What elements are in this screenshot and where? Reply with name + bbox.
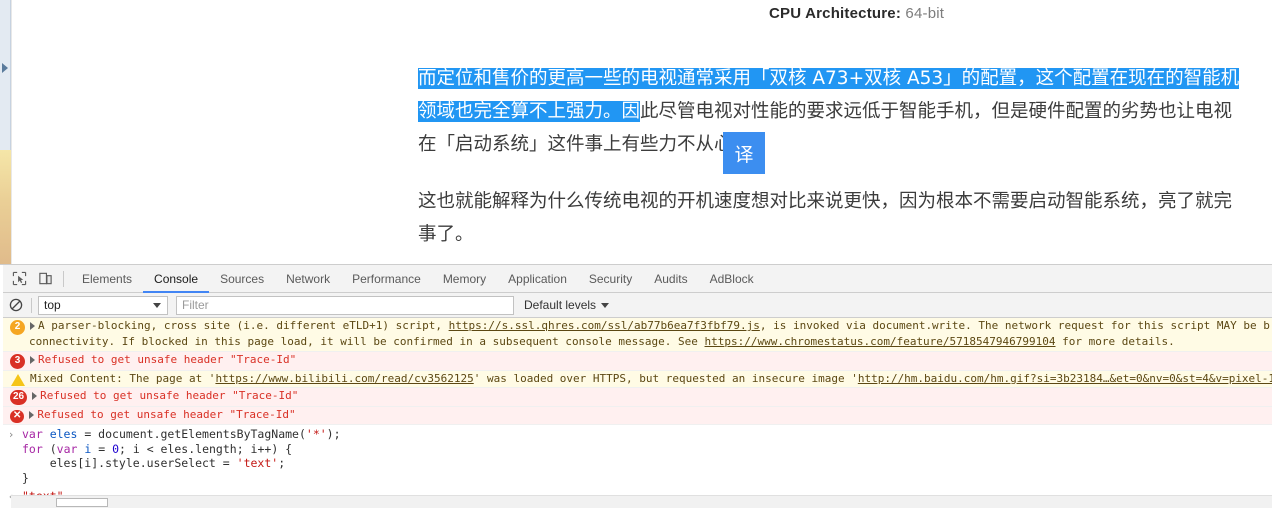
article-paragraph-2: 这也就能解释为什么传统电视的开机速度想对比来说更快，因为根本不需要启动智能系统，…: [418, 191, 1233, 245]
chevron-down-icon: [153, 302, 161, 308]
message-text: Refused to get unsafe header "Trace-Id": [40, 389, 299, 402]
message-text-line2-b: for more details.: [1055, 335, 1175, 348]
code-token-var: var: [22, 427, 43, 441]
console-message-warning[interactable]: 2 A parser-blocking, cross site (i.e. di…: [0, 318, 1272, 352]
screen-root: CPU Architecture: 64-bit 而定位和售价的更高一些的电视通…: [0, 0, 1272, 508]
expand-arrow-icon[interactable]: [2, 63, 8, 73]
execution-context-value: top: [44, 298, 61, 312]
tab-console[interactable]: Console: [143, 265, 209, 293]
tab-adblock[interactable]: AdBlock: [699, 265, 765, 293]
code-token-for: for: [22, 441, 43, 456]
chevron-down-icon: [601, 302, 610, 308]
tab-security[interactable]: Security: [578, 265, 643, 293]
message-link-2[interactable]: http://hm.baidu.com/hm.gif?si=3b23184…&e…: [858, 372, 1272, 385]
message-text: Refused to get unsafe header "Trace-Id": [38, 352, 297, 366]
console-filterbar: top Default levels: [0, 293, 1272, 318]
code-token-star: '*': [305, 427, 327, 441]
expand-triangle-icon[interactable]: [29, 411, 35, 419]
left-side-panel[interactable]: [0, 0, 11, 150]
cpu-architecture-line: CPU Architecture: 64-bit: [769, 5, 944, 22]
message-link[interactable]: https://s.ssl.qhres.com/ssl/ab77b6ea7f3f…: [449, 319, 760, 332]
translate-button[interactable]: 译: [723, 132, 765, 174]
message-text: Mixed Content: The page at 'https://www.…: [30, 372, 1272, 387]
message-link[interactable]: https://www.bilibili.com/read/cv3562125: [215, 372, 473, 385]
message-text-a: A parser-blocking, cross site (i.e. diff…: [38, 319, 449, 332]
message-count-badge: 2: [10, 320, 25, 335]
cpu-architecture-value: 64-bit: [901, 5, 945, 22]
message-text-b: ' was loaded over HTTPS, but requested a…: [473, 371, 858, 385]
inspect-element-icon[interactable]: [6, 266, 32, 292]
code-token-body: eles[i].style.userSelect =: [22, 456, 237, 470]
horizontal-scrollbar[interactable]: [11, 495, 1272, 508]
warning-triangle-icon: [11, 373, 25, 386]
error-x-icon: ✕: [10, 410, 25, 423]
message-link-2[interactable]: https://www.chromestatus.com/feature/571…: [705, 335, 1056, 348]
message-text-a: Mixed Content: The page at ': [30, 371, 216, 385]
device-toolbar-icon[interactable]: [32, 266, 58, 292]
tab-elements[interactable]: Elements: [71, 265, 143, 293]
clear-console-glyph: [9, 298, 23, 312]
clear-console-icon[interactable]: [7, 296, 25, 314]
code-token-close: }: [22, 470, 29, 485]
devtools-left-edge: [0, 265, 3, 508]
devtools-tab-list: Elements Console Sources Network Perform…: [71, 265, 765, 293]
article-paragraph-1: 而定位和售价的更高一些的电视通常采用「双核 A73+双核 A53」的配置，这个配…: [418, 62, 1250, 161]
message-text-line2-a: connectivity. If blocked in this page lo…: [29, 335, 705, 348]
expand-triangle-icon[interactable]: [30, 355, 35, 364]
code-token-end: );: [326, 427, 341, 441]
cpu-architecture-label: CPU Architecture:: [769, 5, 902, 22]
tab-memory[interactable]: Memory: [432, 265, 497, 293]
left-gradient-strip: [0, 150, 11, 264]
code-token-var2: var: [56, 441, 78, 456]
code-token-eles: eles: [42, 427, 85, 441]
console-message-error[interactable]: ✕ Refused to get unsafe header "Trace-Id…: [0, 407, 1272, 425]
devtools-panel: Elements Console Sources Network Perform…: [0, 264, 1272, 508]
input-prompt-icon: ›: [7, 428, 15, 441]
code-token-semi: ;: [278, 456, 286, 470]
device-toolbar-glyph: [38, 272, 52, 285]
console-input-code: var eles = document.getElementsByTagName…: [22, 427, 341, 485]
article-body: 而定位和售价的更高一些的电视通常采用「双核 A73+双核 A53」的配置，这个配…: [418, 62, 1250, 251]
page-left-divider: [11, 0, 12, 264]
scrollbar-thumb[interactable]: [56, 498, 108, 507]
tab-audits[interactable]: Audits: [643, 265, 698, 293]
inspect-element-glyph: [12, 271, 26, 286]
devtools-tabbar: Elements Console Sources Network Perform…: [0, 265, 1272, 293]
toolbar-separator: [63, 270, 64, 287]
console-input-echo[interactable]: › var eles = document.getElementsByTagNa…: [0, 425, 1272, 487]
code-token-loop: ; i < eles.length; i++) {: [119, 441, 293, 456]
message-count-badge: 3: [10, 353, 25, 369]
tab-network[interactable]: Network: [275, 265, 341, 293]
message-count-badge: 26: [10, 390, 28, 405]
console-message-error[interactable]: 26 Refused to get unsafe header "Trace-I…: [0, 388, 1272, 407]
console-message-error[interactable]: 3 Refused to get unsafe header "Trace-Id…: [0, 351, 1272, 371]
selected-text-run-1: 而定位和售价的更高一些的电视通常采用「双核 A73+双核 A53」的配置，这个配…: [418, 68, 1184, 89]
tab-application[interactable]: Application: [497, 265, 578, 293]
log-levels-label: Default levels: [524, 298, 597, 312]
tab-performance[interactable]: Performance: [341, 265, 432, 293]
code-token-text: 'text': [236, 456, 279, 470]
code-token-paren: (: [42, 441, 57, 456]
message-text-line2: connectivity. If blocked in this page lo…: [0, 335, 1272, 350]
execution-context-select[interactable]: top: [38, 295, 168, 315]
message-text-b: , is invoked via document.write. The net…: [759, 319, 1270, 332]
expand-triangle-icon[interactable]: [32, 392, 38, 400]
console-message-list[interactable]: 2 A parser-blocking, cross site (i.e. di…: [0, 318, 1272, 508]
code-token-call: = document.getElementsByTagName(: [84, 427, 306, 441]
console-filter-input[interactable]: [176, 295, 514, 315]
message-text: A parser-blocking, cross site (i.e. diff…: [38, 319, 1272, 334]
console-message-mixed-content[interactable]: Mixed Content: The page at 'https://www.…: [0, 370, 1272, 388]
code-token-zero: 0: [112, 441, 119, 456]
expand-triangle-icon[interactable]: [30, 322, 35, 330]
message-text: Refused to get unsafe header "Trace-Id": [37, 408, 296, 421]
log-levels-dropdown[interactable]: Default levels: [524, 298, 610, 312]
web-page-content: CPU Architecture: 64-bit 而定位和售价的更高一些的电视通…: [0, 0, 1272, 264]
filterbar-separator: [31, 297, 32, 313]
code-token-i: i: [77, 441, 99, 456]
tab-sources[interactable]: Sources: [209, 265, 275, 293]
code-token-assign: =: [98, 441, 113, 456]
